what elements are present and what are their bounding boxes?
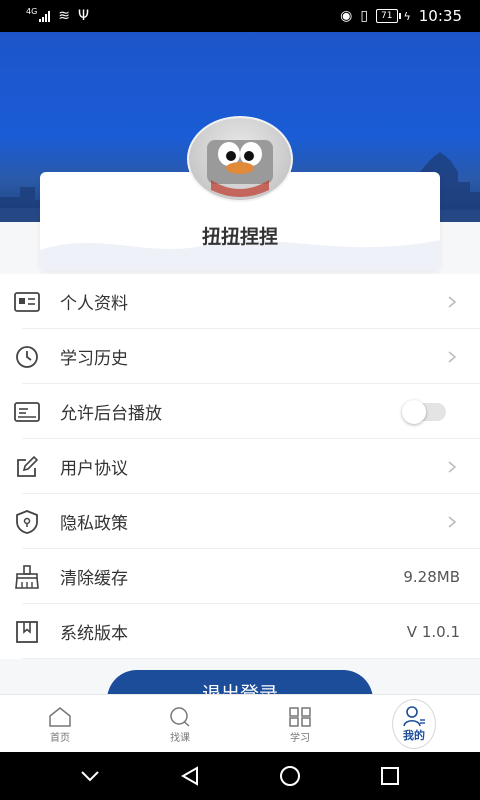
username: 扭扭捏捏: [201, 226, 278, 248]
menu-label: 用户协议: [60, 459, 128, 479]
vibrate-icon: ▯: [360, 8, 369, 24]
chevron-right-icon: [448, 460, 457, 473]
tab-label: 学习: [290, 733, 310, 744]
recents-button[interactable]: [375, 761, 405, 791]
user-icon: [403, 706, 425, 727]
tab-label: 我的: [403, 729, 425, 742]
charging-icon: ϟ: [403, 9, 411, 23]
status-bar: 4G ≋ Ψ ◉ ▯ 71 ϟ 10:35: [0, 0, 480, 32]
eye-comfort-icon: ◉: [340, 8, 353, 24]
grid-icon: [289, 707, 311, 727]
tab-find-course[interactable]: 找课: [120, 695, 240, 753]
chevron-right-icon: [448, 295, 457, 308]
system-nav-bar: [0, 752, 480, 800]
back-triangle-icon: [180, 766, 198, 786]
status-right: ◉ ▯ 71 ϟ 10:35: [340, 7, 462, 25]
clock-icon: [14, 344, 40, 370]
menu-label: 学习历史: [60, 349, 128, 369]
signal-icon: [39, 10, 51, 22]
background-play-toggle[interactable]: [402, 399, 446, 424]
version-value: V 1.0.1: [406, 622, 460, 641]
menu-label: 清除缓存: [60, 569, 128, 589]
keyboard-icon: [14, 399, 40, 425]
back-button[interactable]: [175, 761, 205, 791]
chevron-right-icon: [448, 515, 457, 528]
id-card-icon: [14, 289, 40, 315]
tab-mine[interactable]: 我的: [392, 699, 436, 749]
broom-icon: [14, 564, 40, 590]
tab-label: 找课: [170, 733, 190, 744]
edit-icon: [14, 454, 40, 480]
menu-label: 隐私政策: [60, 514, 128, 534]
menu-label: 个人资料: [60, 294, 128, 314]
tab-label: 首页: [50, 733, 70, 744]
tab-study[interactable]: 学习: [240, 695, 360, 753]
avatar-image: [207, 140, 273, 197]
menu-item-privacy-policy[interactable]: 隐私政策: [0, 494, 480, 549]
status-left: 4G ≋ Ψ: [26, 7, 90, 25]
menu-item-background-play: 允许后台播放: [0, 384, 480, 439]
network-type: 4G: [26, 7, 38, 16]
chevron-right-icon: [448, 350, 457, 363]
chevron-down-icon: [81, 771, 99, 782]
menu-item-user-agreement[interactable]: 用户协议: [0, 439, 480, 494]
menu-item-clear-cache[interactable]: 清除缓存 9.28MB: [0, 549, 480, 604]
home-circle-icon: [280, 766, 300, 786]
menu-item-version[interactable]: 系统版本 V 1.0.1: [0, 604, 480, 659]
battery-icon: 71: [376, 9, 402, 23]
menu-label: 系统版本: [60, 624, 128, 644]
bookmark-icon: [14, 619, 40, 645]
menu-item-history[interactable]: 学习历史: [0, 329, 480, 384]
clock-time: 10:35: [418, 7, 462, 25]
menu-label: 允许后台播放: [60, 404, 162, 424]
home-icon: [49, 707, 71, 727]
settings-menu: 个人资料 学习历史 允许后台播放 用户协议 隐私政策 清除缓存 9.28MB 系…: [0, 274, 480, 659]
shield-icon: [14, 509, 40, 535]
avatar[interactable]: [187, 116, 293, 202]
usb-icon: Ψ: [78, 8, 90, 24]
tab-home[interactable]: 首页: [0, 695, 120, 753]
cache-size: 9.28MB: [403, 567, 460, 586]
home-button[interactable]: [275, 761, 305, 791]
wifi-icon: ≋: [58, 8, 71, 24]
recents-square-icon: [381, 767, 399, 785]
search-icon: [170, 707, 190, 727]
menu-item-profile[interactable]: 个人资料: [0, 274, 480, 329]
collapse-button[interactable]: [75, 761, 105, 791]
